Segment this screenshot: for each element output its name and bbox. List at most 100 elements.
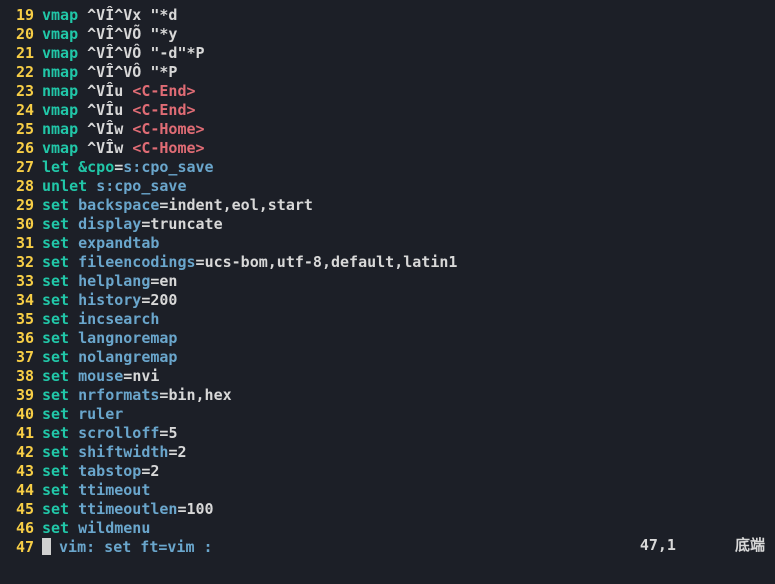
line-number: 32 [0, 253, 42, 272]
token-kw: set [42, 367, 69, 385]
code-line: 20vmap ^VÎ^VÕ "*y [0, 25, 775, 44]
token-val: bin,hex [168, 386, 231, 404]
line-number: 35 [0, 310, 42, 329]
token-str: ^VÎu [78, 82, 132, 100]
token-str [69, 272, 78, 290]
line-number: 36 [0, 329, 42, 348]
line-number: 21 [0, 44, 42, 63]
code-line: 38set mouse=nvi [0, 367, 775, 386]
code-line: 23nmap ^VÎu <C-End> [0, 82, 775, 101]
token-eq: = [123, 367, 132, 385]
token-str [69, 500, 78, 518]
token-val: 100 [187, 500, 214, 518]
token-opt: mouse [78, 367, 123, 385]
token-str [69, 348, 78, 366]
token-str [69, 196, 78, 214]
line-number: 20 [0, 25, 42, 44]
code-line: 26vmap ^VÎw <C-Home> [0, 139, 775, 158]
token-kw: vmap [42, 6, 78, 24]
token-str: ^VÎw [78, 139, 132, 157]
token-str [69, 405, 78, 423]
token-amp: &cpo [78, 158, 114, 176]
token-red: <C-End> [132, 82, 195, 100]
code-line: 33set helplang=en [0, 272, 775, 291]
token-eq: = [114, 158, 123, 176]
code-line: 28unlet s:cpo_save [0, 177, 775, 196]
token-opt: wildmenu [78, 519, 150, 537]
token-opt: ttimeoutlen [78, 500, 177, 518]
code-line: 40set ruler [0, 405, 775, 424]
token-str: ^VÎ^VÕ [78, 25, 150, 43]
code-line: 44set ttimeout [0, 481, 775, 500]
code-line: 30set display=truncate [0, 215, 775, 234]
line-number: 30 [0, 215, 42, 234]
token-val: 5 [168, 424, 177, 442]
token-kw: set [42, 443, 69, 461]
line-number: 26 [0, 139, 42, 158]
token-str [69, 519, 78, 537]
token-opt: langnoremap [78, 329, 177, 347]
code-line: 25nmap ^VÎw <C-Home> [0, 120, 775, 139]
status-bar: 47,1 底端 [590, 536, 765, 555]
token-red: <C-Home> [132, 120, 204, 138]
token-kw: set [42, 215, 69, 233]
token-kw: set [42, 310, 69, 328]
line-number: 33 [0, 272, 42, 291]
token-opt: fileencodings [78, 253, 195, 271]
token-val: 200 [150, 291, 177, 309]
token-str [69, 424, 78, 442]
token-opt: shiftwidth [78, 443, 168, 461]
code-line: 32set fileencodings=ucs-bom,utf-8,defaul… [0, 253, 775, 272]
token-val: 2 [177, 443, 186, 461]
line-number: 19 [0, 6, 42, 25]
line-number: 25 [0, 120, 42, 139]
token-com: vim: set ft=vim : [50, 538, 213, 556]
line-number: 42 [0, 443, 42, 462]
token-str [87, 177, 96, 195]
code-line: 31set expandtab [0, 234, 775, 253]
token-kw: set [42, 500, 69, 518]
token-str [69, 329, 78, 347]
line-number: 38 [0, 367, 42, 386]
token-str: ^VÎ^VÔ [78, 63, 150, 81]
line-number: 45 [0, 500, 42, 519]
line-number: 31 [0, 234, 42, 253]
token-val: nvi [132, 367, 159, 385]
line-number: 39 [0, 386, 42, 405]
code-line: 41set scrolloff=5 [0, 424, 775, 443]
token-kw: nmap [42, 82, 78, 100]
token-str [69, 253, 78, 271]
token-kw: set [42, 272, 69, 290]
line-number: 41 [0, 424, 42, 443]
code-line: 21vmap ^VÎ^VÔ "-d"*P [0, 44, 775, 63]
code-line: 34set history=200 [0, 291, 775, 310]
line-number: 23 [0, 82, 42, 101]
line-number: 29 [0, 196, 42, 215]
line-number: 27 [0, 158, 42, 177]
token-kw: vmap [42, 25, 78, 43]
token-str: "*d [150, 6, 177, 24]
token-str: ^VÎ^VÔ [78, 44, 150, 62]
code-line: 24vmap ^VÎu <C-End> [0, 101, 775, 120]
token-opt: nolangremap [78, 348, 177, 366]
token-kw: set [42, 424, 69, 442]
code-line: 37set nolangremap [0, 348, 775, 367]
code-lines: 19vmap ^VÎ^Vx "*d20vmap ^VÎ^VÕ "*y21vmap… [0, 6, 775, 557]
cursor [42, 538, 51, 555]
line-number: 40 [0, 405, 42, 424]
editor-viewport[interactable]: 19vmap ^VÎ^Vx "*d20vmap ^VÎ^VÕ "*y21vmap… [0, 0, 775, 557]
token-opt: display [78, 215, 141, 233]
token-kw: set [42, 253, 69, 271]
token-kw: set [42, 519, 69, 537]
token-kw: set [42, 329, 69, 347]
token-eq: = [177, 500, 186, 518]
line-number: 43 [0, 462, 42, 481]
scroll-indicator: 底端 [685, 536, 765, 554]
token-str [69, 481, 78, 499]
token-opt: backspace [78, 196, 159, 214]
token-str [69, 215, 78, 233]
token-red: <C-End> [132, 101, 195, 119]
line-number: 47 [0, 538, 42, 557]
token-kw: nmap [42, 120, 78, 138]
token-kw: set [42, 196, 69, 214]
